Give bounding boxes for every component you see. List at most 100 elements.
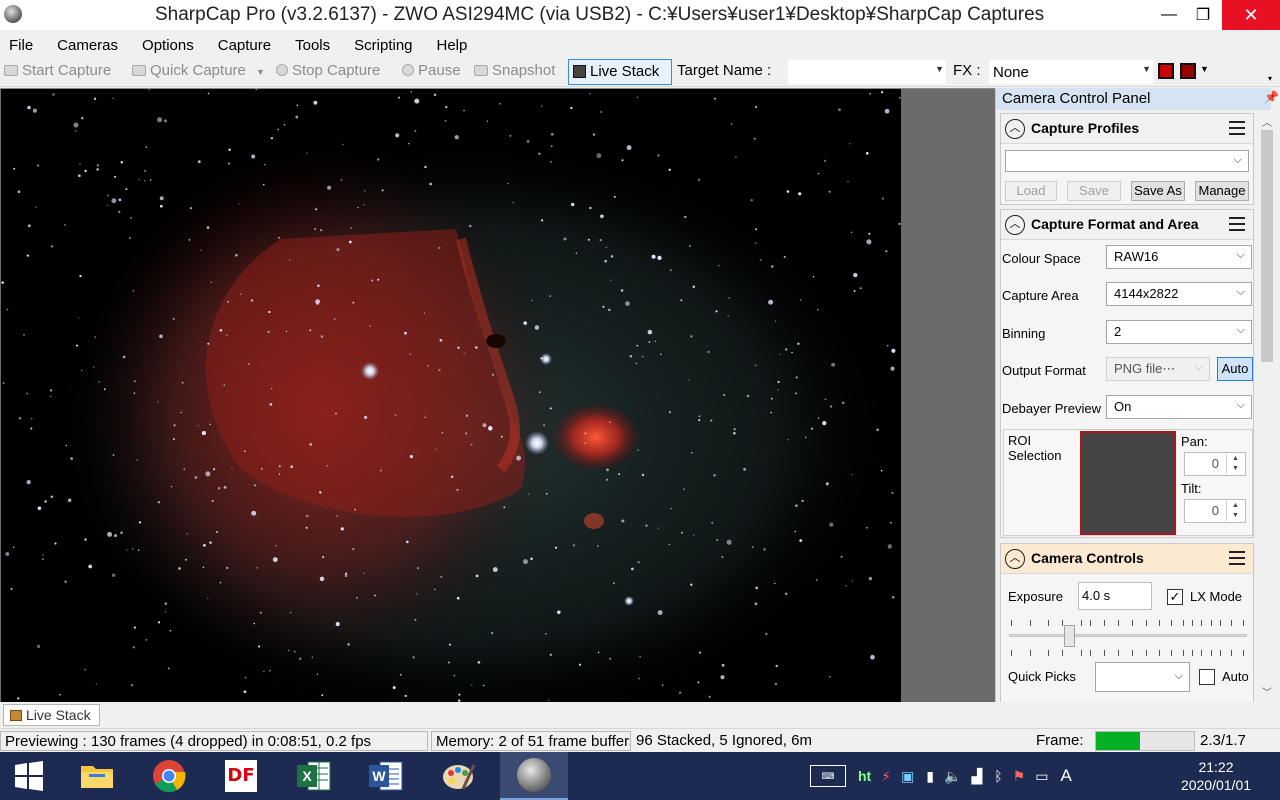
windows-start-icon[interactable] bbox=[0, 752, 58, 800]
star-dot bbox=[549, 653, 552, 656]
star-dot bbox=[507, 182, 509, 185]
maximize-button[interactable]: ❐ bbox=[1180, 0, 1226, 30]
hamburger-menu-icon[interactable] bbox=[1229, 551, 1245, 565]
star-dot bbox=[350, 227, 352, 229]
star-dot bbox=[111, 198, 117, 204]
load-profile-button[interactable]: Load bbox=[1005, 181, 1057, 201]
star-dot bbox=[228, 148, 231, 152]
capture-format-header[interactable]: ︿ Capture Format and Area bbox=[1001, 210, 1253, 240]
volume-icon[interactable]: 🔈 bbox=[944, 768, 961, 785]
battery-icon[interactable]: ▮ bbox=[926, 768, 934, 785]
quick-picks-select[interactable]: ⌵ bbox=[1095, 662, 1190, 692]
snapshot-label: Snapshot bbox=[492, 62, 556, 79]
star-dot bbox=[669, 269, 672, 272]
menu-cameras[interactable]: Cameras bbox=[57, 35, 118, 54]
start-capture-button[interactable]: Start Capture bbox=[4, 62, 111, 79]
hamburger-menu-icon[interactable] bbox=[1229, 217, 1245, 231]
quick-capture-button[interactable]: Quick Capture ▼ bbox=[132, 62, 265, 79]
capture-profiles-header[interactable]: ︿ Capture Profiles bbox=[1001, 114, 1253, 144]
flag-icon[interactable]: ⚑ bbox=[1013, 768, 1026, 785]
close-button[interactable]: ✕ bbox=[1222, 0, 1280, 30]
collapse-icon[interactable]: ︿ bbox=[1005, 119, 1025, 139]
menu-tools[interactable]: Tools bbox=[295, 35, 330, 54]
panel-scrollbar[interactable]: ︿ ﹀ bbox=[1258, 110, 1276, 702]
stop-capture-button[interactable]: Stop Capture bbox=[276, 62, 380, 79]
roi-selector[interactable] bbox=[1080, 431, 1176, 535]
star-dot bbox=[129, 237, 131, 239]
fx-combo[interactable]: None ▼ bbox=[989, 60, 1153, 84]
profile-select[interactable]: ⌵ bbox=[1005, 150, 1249, 172]
pan-spinner[interactable]: 0 ▲ ▼ bbox=[1184, 452, 1246, 476]
chrome-icon[interactable] bbox=[140, 752, 198, 800]
live-image[interactable] bbox=[1, 89, 901, 702]
network-monitor-icon[interactable]: ▣ bbox=[901, 768, 914, 785]
system-clock[interactable]: 21:22 2020/01/01 bbox=[1168, 758, 1264, 794]
deepskystacker-icon[interactable]: DF bbox=[212, 752, 270, 800]
star-dot bbox=[203, 544, 206, 547]
star-dot bbox=[239, 293, 242, 295]
colour-space-select[interactable]: RAW16 ⌵ bbox=[1106, 245, 1252, 269]
sharpcap-taskbar-icon[interactable] bbox=[500, 752, 568, 800]
output-format-select[interactable]: PNG file⋯ ⌵ bbox=[1106, 357, 1210, 381]
menu-help[interactable]: Help bbox=[437, 35, 468, 54]
menu-capture[interactable]: Capture bbox=[218, 35, 271, 54]
capture-profiles-title: Capture Profiles bbox=[1031, 120, 1140, 136]
image-viewport[interactable] bbox=[0, 88, 995, 702]
camera-controls-header[interactable]: ︿ Camera Controls bbox=[1001, 544, 1253, 574]
word-icon[interactable]: W bbox=[357, 752, 415, 800]
scroll-down-icon[interactable]: ﹀ bbox=[1258, 684, 1276, 699]
spinner-arrows-icon[interactable]: ▲ ▼ bbox=[1226, 501, 1244, 521]
star-dot bbox=[278, 473, 281, 475]
star-dot bbox=[898, 96, 901, 99]
capture-area-select[interactable]: 4144x2822 ⌵ bbox=[1106, 282, 1252, 306]
snapshot-button[interactable]: Snapshot bbox=[474, 62, 555, 79]
star-dot bbox=[584, 442, 586, 444]
menu-scripting[interactable]: Scripting bbox=[354, 35, 412, 54]
paint-icon[interactable] bbox=[430, 752, 488, 800]
menu-file[interactable]: File bbox=[9, 35, 33, 54]
scrollbar-thumb[interactable] bbox=[1261, 130, 1273, 362]
pin-icon[interactable]: 📌 bbox=[1264, 90, 1279, 104]
pause-button[interactable]: Pause bbox=[402, 62, 461, 79]
tilt-spinner[interactable]: 0 ▲ ▼ bbox=[1184, 499, 1246, 523]
star-dot bbox=[10, 587, 13, 590]
live-stack-button[interactable]: Live Stack bbox=[568, 59, 672, 85]
debayer-preview-select[interactable]: On ⌵ bbox=[1106, 395, 1252, 419]
exposure-input[interactable]: 4.0 s bbox=[1078, 582, 1152, 610]
display-icon[interactable]: ▭ bbox=[1035, 768, 1048, 785]
collapse-icon[interactable]: ︿ bbox=[1005, 549, 1025, 569]
lx-mode-checkbox[interactable]: ✓ bbox=[1167, 589, 1183, 605]
excel-icon[interactable]: X bbox=[285, 752, 343, 800]
reticle-icon[interactable] bbox=[1158, 63, 1174, 79]
ime-indicator[interactable]: A bbox=[1060, 766, 1071, 786]
keyboard-icon[interactable]: ⌨ bbox=[810, 765, 846, 787]
collapse-icon[interactable]: ︿ bbox=[1005, 215, 1025, 235]
output-format-auto-button[interactable]: Auto bbox=[1217, 357, 1253, 381]
toolbar-overflow-icon[interactable]: ▾ bbox=[1268, 74, 1272, 83]
target-name-combo[interactable]: ▼ bbox=[788, 60, 946, 84]
menu-options[interactable]: Options bbox=[142, 35, 194, 54]
star-dot bbox=[16, 697, 20, 700]
hamburger-menu-icon[interactable] bbox=[1229, 121, 1245, 135]
spinner-arrows-icon[interactable]: ▲ ▼ bbox=[1226, 454, 1244, 474]
star-dot bbox=[342, 143, 344, 146]
save-profile-button[interactable]: Save bbox=[1067, 181, 1121, 201]
exposure-slider-track[interactable] bbox=[1009, 634, 1247, 637]
auto-exposure-checkbox[interactable] bbox=[1199, 669, 1215, 685]
star-dot bbox=[424, 165, 427, 169]
file-explorer-icon[interactable] bbox=[68, 752, 126, 800]
star-dot bbox=[212, 467, 216, 471]
chevron-down-icon[interactable]: ▼ bbox=[1200, 64, 1209, 74]
ht-icon[interactable]: ht bbox=[858, 768, 871, 784]
binning-select[interactable]: 2 ⌵ bbox=[1106, 320, 1252, 344]
bluetooth-icon[interactable]: ᛒ bbox=[994, 768, 1002, 784]
crosshair-icon[interactable] bbox=[1180, 63, 1196, 79]
live-stack-tab[interactable]: Live Stack bbox=[3, 704, 100, 726]
acrobat-icon[interactable]: ⚡ bbox=[881, 768, 891, 785]
exposure-slider-thumb[interactable] bbox=[1064, 625, 1075, 647]
manage-profiles-button[interactable]: Manage bbox=[1195, 181, 1249, 201]
save-as-profile-button[interactable]: Save As bbox=[1131, 181, 1185, 201]
chevron-down-icon[interactable]: ▼ bbox=[256, 67, 265, 77]
scroll-up-icon[interactable]: ︿ bbox=[1258, 114, 1276, 129]
wifi-signal-icon[interactable]: ▟ bbox=[971, 768, 982, 785]
